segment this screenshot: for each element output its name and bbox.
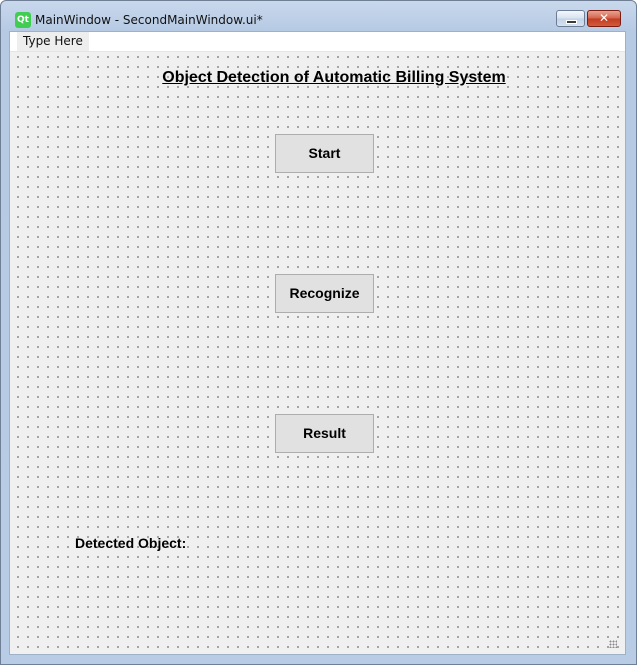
menu-type-here[interactable]: Type Here xyxy=(17,32,89,51)
result-button[interactable]: Result xyxy=(275,414,374,453)
main-window-frame: Type Here Object Detection of Automatic … xyxy=(9,31,626,655)
resize-grip-icon[interactable] xyxy=(609,640,617,648)
minimize-button[interactable] xyxy=(556,10,585,27)
window-title: MainWindow - SecondMainWindow.ui* xyxy=(35,13,263,27)
title-bar[interactable]: Qt MainWindow - SecondMainWindow.ui* ✕ xyxy=(1,1,636,31)
form-canvas[interactable]: Object Detection of Automatic Billing Sy… xyxy=(13,52,619,650)
start-button[interactable]: Start xyxy=(275,134,374,173)
recognize-button[interactable]: Recognize xyxy=(275,274,374,313)
close-icon: ✕ xyxy=(598,11,610,25)
close-button[interactable]: ✕ xyxy=(587,10,621,27)
detected-object-label: Detected Object: xyxy=(75,535,187,551)
qt-logo-icon: Qt xyxy=(15,12,31,28)
page-title: Object Detection of Automatic Billing Sy… xyxy=(162,69,506,86)
designer-window: Qt MainWindow - SecondMainWindow.ui* ✕ T… xyxy=(0,0,637,665)
menu-bar: Type Here xyxy=(10,32,625,52)
